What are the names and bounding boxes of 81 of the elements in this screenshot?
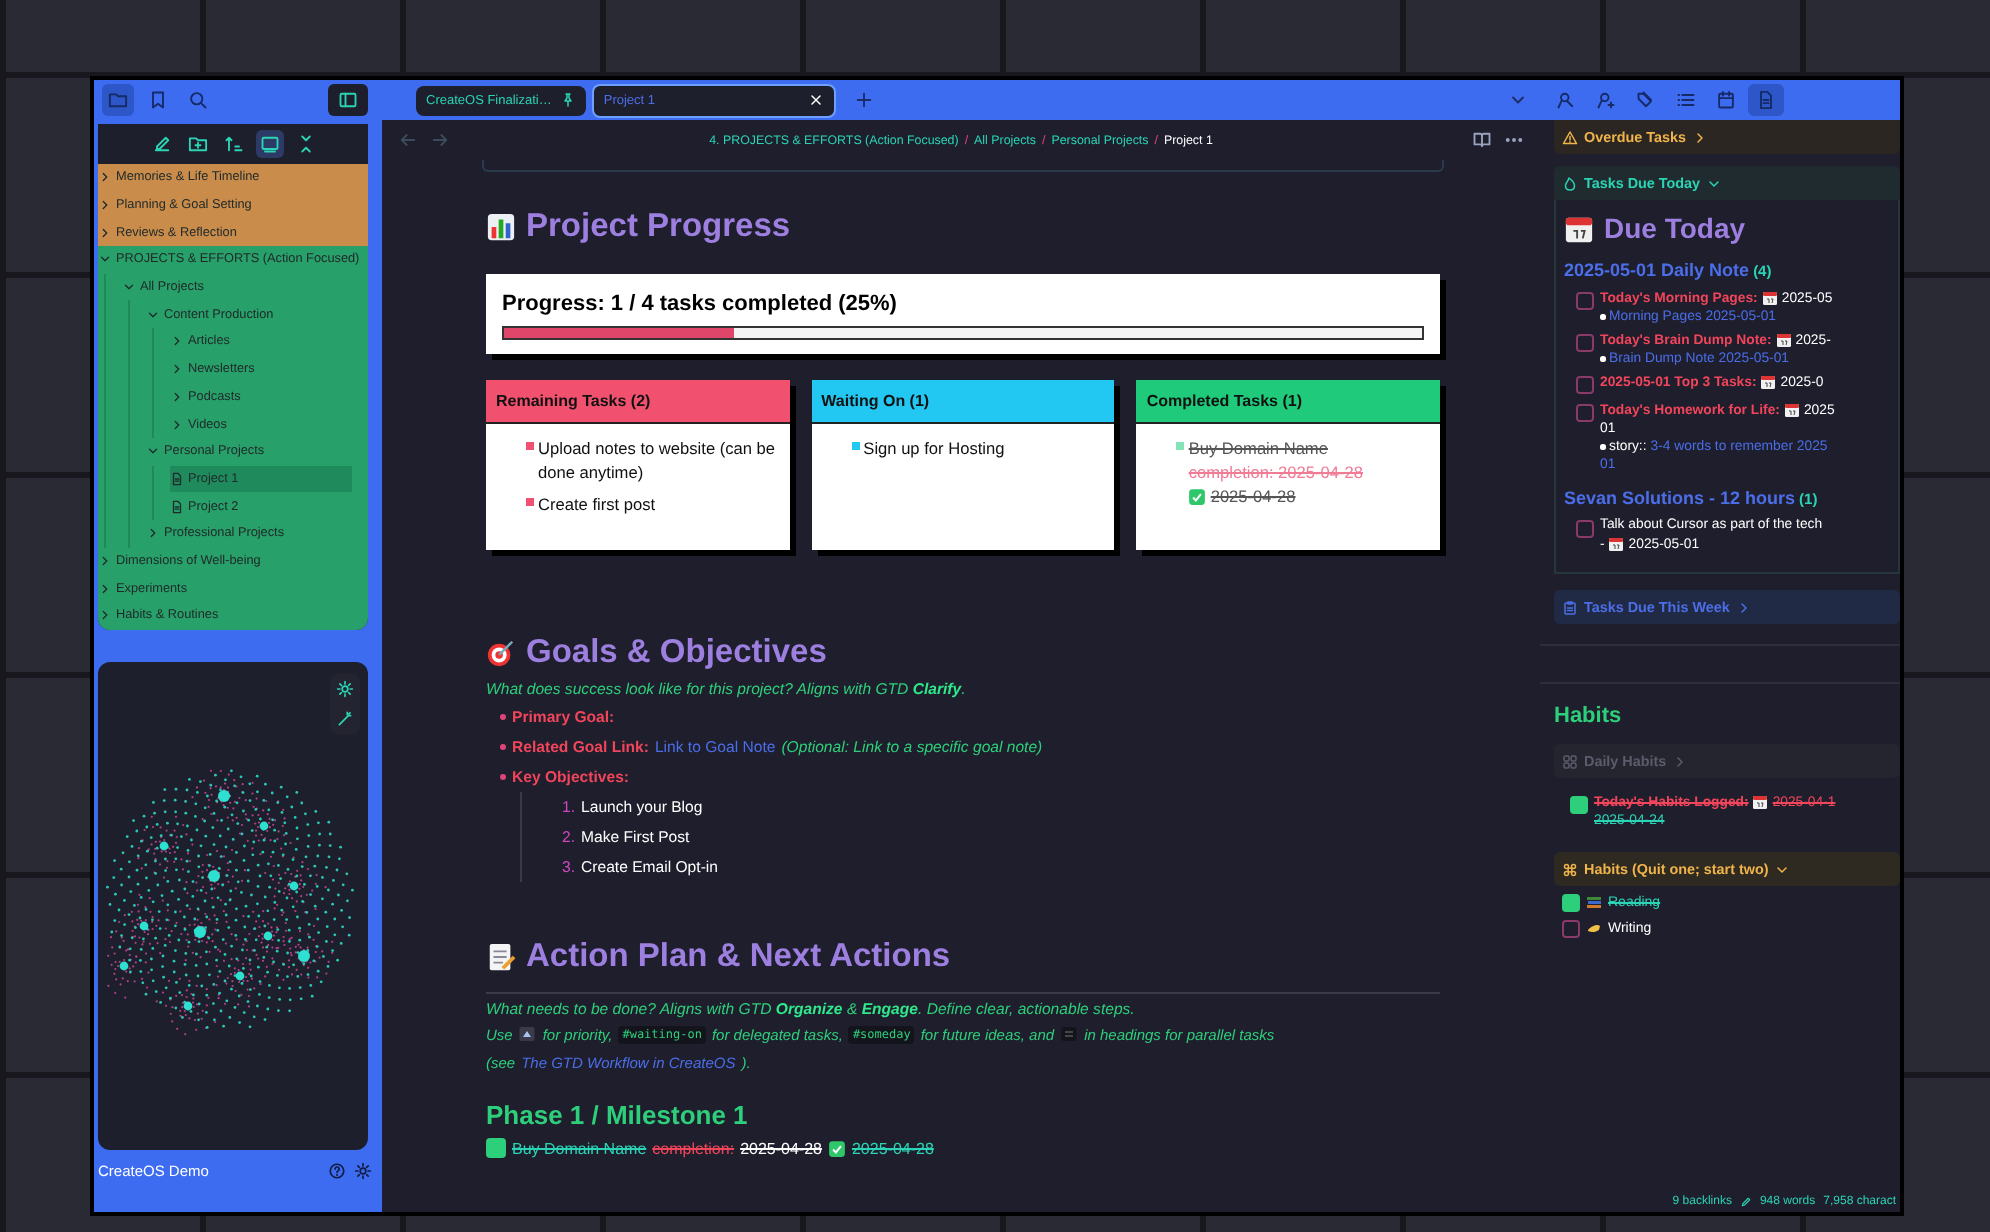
calendar-icon bbox=[1760, 374, 1777, 390]
warning-icon bbox=[1562, 129, 1578, 145]
wand-icon[interactable] bbox=[336, 710, 354, 728]
bullet-icon bbox=[1600, 356, 1605, 362]
reading-view-icon[interactable] bbox=[1472, 130, 1492, 150]
bullet-icon bbox=[500, 744, 506, 750]
progress-label: Progress: 1 / 4 tasks completed (25%) bbox=[502, 292, 899, 316]
section-heading: Project Progress bbox=[526, 208, 791, 246]
column-header: Completed Tasks (1) bbox=[1136, 380, 1440, 424]
task-marker-icon bbox=[1176, 442, 1185, 450]
priority-icon bbox=[518, 1026, 537, 1042]
task-checkbox[interactable] bbox=[1576, 520, 1594, 538]
flower-icon bbox=[1562, 861, 1578, 877]
bullet-icon bbox=[1600, 314, 1605, 320]
habit-checkbox[interactable] bbox=[1562, 894, 1580, 912]
task-checkbox[interactable] bbox=[486, 1138, 506, 1158]
group-title: Sevan Solutions - 12 hours bbox=[1564, 488, 1796, 508]
task-text: Upload notes to website (can be done anytime) bbox=[538, 436, 778, 485]
checkmark-icon bbox=[1188, 487, 1207, 506]
sidebar-toggle-icon[interactable] bbox=[328, 84, 368, 116]
grid-icon bbox=[1562, 753, 1578, 769]
habit-checkbox[interactable] bbox=[1562, 920, 1580, 938]
column-header: Remaining Tasks (2) bbox=[486, 380, 790, 424]
calendar-icon bbox=[1783, 402, 1800, 418]
chevron-icon bbox=[1672, 753, 1689, 769]
bullet-icon bbox=[500, 774, 506, 780]
memo-icon bbox=[486, 942, 516, 972]
chart-icon bbox=[486, 212, 516, 242]
task-checkbox[interactable] bbox=[1576, 404, 1594, 422]
chevron-icon bbox=[1774, 861, 1791, 877]
books-icon bbox=[1586, 894, 1602, 910]
settings-icon[interactable] bbox=[354, 1162, 372, 1180]
task-marker-icon bbox=[526, 498, 534, 507]
section-heading: Action Plan & Next Actions bbox=[526, 938, 951, 976]
calendar-icon bbox=[1752, 794, 1769, 810]
done-date: 2025-04-28 bbox=[851, 1139, 934, 1157]
section-heading: Due Today bbox=[1604, 212, 1746, 244]
done-date: 2025-04-28 bbox=[1210, 484, 1296, 509]
task-checkbox[interactable] bbox=[1576, 292, 1594, 310]
pencil-icon[interactable] bbox=[1739, 1196, 1752, 1208]
section-heading: Habits bbox=[1554, 704, 1624, 728]
calendar-icon bbox=[1775, 332, 1792, 348]
task-text: Create first post bbox=[538, 492, 656, 517]
task-checkbox[interactable] bbox=[1576, 376, 1594, 394]
completion-date: 2025-04-28 bbox=[740, 1139, 822, 1157]
calendar-icon bbox=[1608, 536, 1625, 552]
task-marker-icon bbox=[851, 442, 860, 450]
task-text: Sign up for Hosting bbox=[863, 436, 1005, 461]
chevron-icon bbox=[146, 526, 160, 541]
calendar-icon bbox=[1564, 213, 1594, 243]
section-heading: Goals & Objectives bbox=[526, 634, 827, 672]
bullet-icon bbox=[1600, 444, 1605, 450]
task-text: Buy Domain Name bbox=[1188, 436, 1328, 461]
help-icon[interactable] bbox=[328, 1162, 346, 1180]
bullet-icon bbox=[500, 714, 506, 720]
chevron-icon bbox=[1735, 599, 1752, 615]
folder-icon[interactable] bbox=[102, 84, 134, 116]
target-icon bbox=[486, 638, 516, 668]
close-icon[interactable] bbox=[807, 92, 824, 108]
parallel-icon bbox=[1060, 1026, 1079, 1042]
task-marker-icon bbox=[526, 442, 534, 450]
phase-heading: Phase 1 / Milestone 1 bbox=[486, 1100, 750, 1130]
new-tab-icon[interactable] bbox=[853, 90, 874, 110]
clipboard-icon bbox=[1562, 599, 1578, 615]
task-checkbox[interactable] bbox=[1570, 796, 1588, 814]
calendar-icon bbox=[1761, 290, 1778, 306]
pin-icon[interactable] bbox=[559, 92, 576, 108]
chevron-icon bbox=[1692, 129, 1709, 145]
file-icon bbox=[170, 471, 184, 486]
group-title: 2025-05-01 Daily Note bbox=[1564, 260, 1750, 280]
chevron-icon bbox=[1706, 175, 1723, 191]
checkmark-icon bbox=[827, 1139, 846, 1157]
window-icon[interactable] bbox=[255, 130, 283, 158]
file-icon[interactable] bbox=[1748, 84, 1784, 116]
file-icon bbox=[170, 499, 184, 514]
completion-label: completion: bbox=[652, 1139, 735, 1157]
task-text: Buy Domain Name bbox=[512, 1139, 647, 1157]
settings-icon[interactable] bbox=[336, 680, 354, 698]
task-checkbox[interactable] bbox=[1576, 334, 1594, 352]
column-header: Waiting On (1) bbox=[811, 380, 1115, 424]
completion-text: completion: 2025-04-28 bbox=[1188, 460, 1364, 485]
